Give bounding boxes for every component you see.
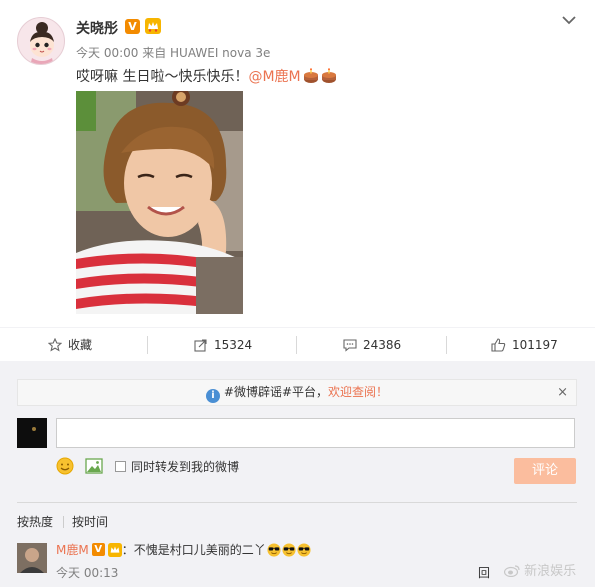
info-icon: i xyxy=(205,389,220,403)
like-button[interactable]: 101197 xyxy=(491,328,558,362)
close-icon[interactable]: × xyxy=(557,380,568,405)
comment-author-avatar[interactable] xyxy=(17,543,47,573)
forward-button[interactable]: 15324 xyxy=(194,328,252,362)
crown-badge-icon[interactable] xyxy=(145,18,161,34)
comment-body: M鹿M V ：不愧是村口儿美丽的二丫 xyxy=(56,541,311,558)
post-text: 哎呀嘛 生日啦～快乐快乐！@M鹿M xyxy=(76,66,337,86)
thumbs-up-icon xyxy=(491,338,506,352)
comment-input[interactable] xyxy=(56,418,575,448)
notice-link[interactable]: 欢迎查阅！ xyxy=(328,385,388,399)
smiley-face-icon[interactable] xyxy=(56,457,74,475)
forward-count: 15324 xyxy=(214,338,253,352)
comment-icon xyxy=(343,339,357,352)
forward-checkbox[interactable] xyxy=(115,461,126,472)
sunglasses-emoji-icon xyxy=(282,542,296,557)
action-bar: 收藏 15324 24386 101197 xyxy=(0,327,595,361)
mention-link[interactable]: @M鹿M xyxy=(248,69,300,85)
post-photo-image xyxy=(76,91,243,314)
comment-count: 24386 xyxy=(363,338,402,352)
birthday-cake-icon xyxy=(321,68,336,83)
sort-separator xyxy=(63,516,64,528)
action-separator xyxy=(296,336,297,354)
current-user-avatar xyxy=(17,418,47,448)
watermark-text: 新浪娱乐 xyxy=(524,564,577,579)
sunglasses-emoji-icon xyxy=(267,542,281,557)
star-icon xyxy=(48,338,62,352)
comment-section: i #微博辟谣#平台，欢迎查阅！ × 同时转发到我的微博 评论 按热度 按时间 M… xyxy=(0,361,595,587)
action-separator xyxy=(446,336,447,354)
favorite-label: 收藏 xyxy=(68,338,93,352)
verified-badge: V xyxy=(125,19,140,34)
dark-avatar-image xyxy=(17,418,47,448)
user-avatar[interactable] xyxy=(17,17,65,65)
post-text-body: 哎呀嘛 生日啦～快乐快乐！ xyxy=(76,69,249,85)
forward-checkbox-label: 同时转发到我的微博 xyxy=(131,460,240,474)
birthday-cake-icon xyxy=(303,68,318,83)
sort-by-time-tab[interactable]: 按时间 xyxy=(72,513,108,530)
comment-avatar-image xyxy=(17,543,47,573)
action-separator xyxy=(147,336,148,354)
avatar-cartoon-girl-icon xyxy=(30,22,54,64)
comment-author-name[interactable]: M鹿M xyxy=(56,541,89,558)
like-count: 101197 xyxy=(512,338,558,352)
favorite-button[interactable]: 收藏 xyxy=(48,328,92,362)
comment-timestamp: 今天 00:13 xyxy=(56,566,119,580)
comment-reply-link[interactable]: 回 xyxy=(478,564,490,581)
image-upload-icon[interactable] xyxy=(85,457,103,475)
notice-text: #微博辟谣#平台， xyxy=(223,385,329,399)
sort-by-hot-tab[interactable]: 按热度 xyxy=(17,513,53,530)
forward-to-my-weibo-option[interactable]: 同时转发到我的微博 xyxy=(115,458,239,475)
weibo-logo-icon xyxy=(503,565,520,578)
rumor-notice-banner: i #微博辟谣#平台，欢迎查阅！ × xyxy=(17,379,577,406)
submit-comment-button[interactable]: 评论 xyxy=(514,458,576,484)
comment-button[interactable]: 24386 xyxy=(343,328,401,362)
post-author-name[interactable]: 关晓彤 xyxy=(76,18,118,38)
sunglasses-emoji-icon xyxy=(297,542,311,557)
forward-icon xyxy=(194,339,207,352)
divider xyxy=(17,502,577,503)
weibo-post: 关晓彤 V 今天 00:00 来自 HUAWEI nova 3e 哎呀嘛 生日啦… xyxy=(0,0,595,327)
comment-text: ：不愧是村口儿美丽的二丫 xyxy=(121,543,266,557)
chevron-down-icon[interactable] xyxy=(561,12,577,28)
sina-ent-watermark: 新浪娱乐 xyxy=(503,560,577,579)
crown-badge-icon[interactable] xyxy=(107,542,122,557)
verified-badge: V xyxy=(91,543,105,556)
post-photo[interactable] xyxy=(76,91,243,314)
post-meta: 今天 00:00 来自 HUAWEI nova 3e xyxy=(76,46,271,60)
